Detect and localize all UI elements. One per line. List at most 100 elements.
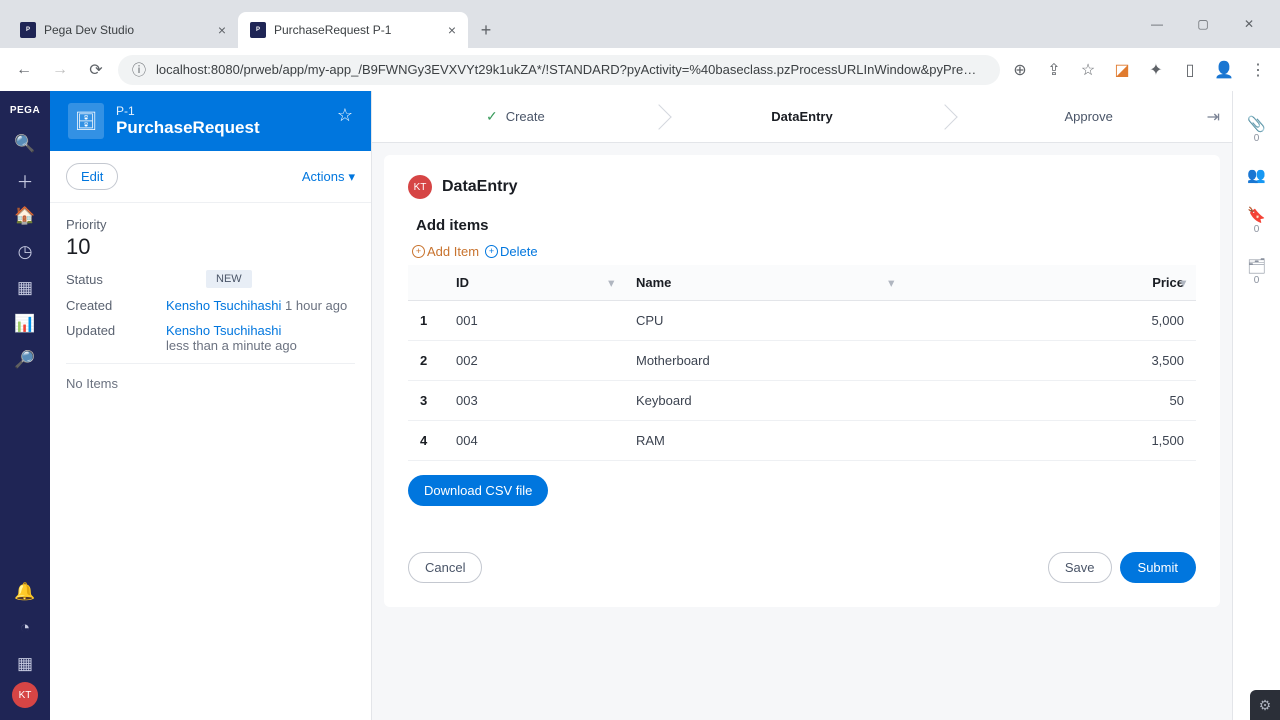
- assignee-avatar: KT: [408, 175, 432, 199]
- tags-icon[interactable]: 🔖0: [1247, 206, 1266, 235]
- site-info-icon[interactable]: ⓘ: [132, 60, 146, 80]
- search-icon[interactable]: 🔍: [5, 127, 45, 161]
- close-icon[interactable]: ×: [448, 22, 456, 38]
- col-price[interactable]: Price▾: [904, 265, 1196, 301]
- share-icon[interactable]: ⇪: [1042, 58, 1066, 82]
- forward-button[interactable]: →: [46, 56, 74, 84]
- tab-title: Pega Dev Studio: [44, 23, 134, 37]
- close-window-icon[interactable]: ✕: [1226, 8, 1272, 40]
- plus-circle-icon: +: [412, 245, 425, 258]
- table-row[interactable]: 3 003 Keyboard 50: [408, 381, 1196, 421]
- tools-icon[interactable]: 🔎: [5, 343, 45, 377]
- close-icon[interactable]: ×: [218, 22, 226, 38]
- col-rownum: [408, 265, 444, 301]
- browser-tab[interactable]: P Pega Dev Studio ×: [8, 12, 238, 48]
- grid-icon[interactable]: ▦: [5, 647, 45, 681]
- created-when: 1 hour ago: [285, 298, 347, 313]
- actions-menu[interactable]: Actions ▾: [302, 169, 355, 185]
- user-avatar[interactable]: KT: [12, 682, 38, 708]
- tab-title: PurchaseRequest P-1: [274, 23, 391, 37]
- add-item-label: Add Item: [427, 244, 479, 259]
- explorer-icon[interactable]: ◷: [5, 235, 45, 269]
- updated-when: less than a minute ago: [166, 338, 297, 353]
- url-text: localhost:8080/prweb/app/my-app_/B9FWNGy…: [156, 62, 976, 77]
- add-item-link[interactable]: + Add Item: [412, 244, 479, 259]
- favorite-icon[interactable]: ☆: [337, 105, 353, 126]
- url-input[interactable]: ⓘ localhost:8080/prweb/app/my-app_/B9FWN…: [118, 55, 1000, 85]
- browser-tab-active[interactable]: P PurchaseRequest P-1 ×: [238, 12, 468, 48]
- case-type-icon: 🗄: [68, 103, 104, 139]
- stage-dataentry[interactable]: DataEntry: [659, 91, 946, 142]
- notifications-icon[interactable]: 🔔: [5, 575, 45, 609]
- actions-label: Actions: [302, 169, 345, 184]
- save-button[interactable]: Save: [1048, 552, 1112, 583]
- edit-button[interactable]: Edit: [66, 163, 118, 190]
- case-details: Priority 10 Status NEW Created Kensho Ts…: [50, 203, 371, 405]
- table-row[interactable]: 1 001 CPU 5,000: [408, 301, 1196, 341]
- profile-icon[interactable]: 👤: [1212, 58, 1236, 82]
- maximize-icon[interactable]: ▢: [1180, 8, 1226, 40]
- attachments-icon[interactable]: 📎0: [1247, 115, 1266, 144]
- go-icon[interactable]: ⇥: [1207, 107, 1220, 127]
- recents-icon[interactable]: ◔: [5, 611, 45, 645]
- stage-create[interactable]: Create: [372, 91, 659, 142]
- stage-chevron-bar: Create DataEntry Approve ⇥: [372, 91, 1232, 143]
- followers-icon[interactable]: 👥: [1247, 166, 1266, 184]
- stage-approve[interactable]: Approve: [945, 91, 1232, 142]
- case-title: PurchaseRequest: [116, 118, 260, 138]
- col-name[interactable]: Name▾: [624, 265, 904, 301]
- main-content: Create DataEntry Approve ⇥ KT DataEntry …: [372, 91, 1232, 720]
- case-header: 🗄 P-1 PurchaseRequest ☆: [50, 91, 371, 151]
- table-row[interactable]: 2 002 Motherboard 3,500: [408, 341, 1196, 381]
- settings-gear-icon[interactable]: ⚙: [1250, 690, 1280, 720]
- zoom-icon[interactable]: ⊕: [1008, 58, 1032, 82]
- row-actions: + Add Item + Delete: [412, 244, 1196, 259]
- status-badge: NEW: [206, 270, 252, 288]
- reload-button[interactable]: ⟳: [82, 56, 110, 84]
- bookmark-icon[interactable]: ☆: [1076, 58, 1100, 82]
- form-title: DataEntry: [442, 178, 518, 196]
- extension-icon[interactable]: ◪: [1110, 58, 1134, 82]
- stage-label: Create: [506, 109, 545, 124]
- table-row[interactable]: 4 004 RAM 1,500: [408, 421, 1196, 461]
- new-tab-button[interactable]: +: [472, 16, 500, 44]
- right-utility-rail: 📎0 👥 🔖0 🗂0: [1232, 91, 1280, 720]
- extensions-icon[interactable]: ✦: [1144, 58, 1168, 82]
- menu-icon[interactable]: ⋮: [1246, 58, 1270, 82]
- stage-label: Approve: [1064, 109, 1112, 124]
- case-id: P-1: [116, 104, 260, 118]
- created-label: Created: [66, 298, 166, 313]
- submit-button[interactable]: Submit: [1120, 552, 1196, 583]
- section-title: Add items: [416, 217, 1196, 234]
- plus-circle-icon: +: [485, 245, 498, 258]
- updated-label: Updated: [66, 323, 166, 338]
- col-id[interactable]: ID▾: [444, 265, 624, 301]
- favicon-icon: P: [20, 22, 36, 38]
- stage-label: DataEntry: [771, 109, 832, 124]
- items-table: ID▾ Name▾ Price▾ 1 001 CPU 5,000 2 002: [408, 265, 1196, 461]
- apps-icon[interactable]: ▦: [5, 271, 45, 305]
- updated-by-link[interactable]: Kensho Tsuchihashi: [166, 323, 281, 338]
- back-button[interactable]: ←: [10, 56, 38, 84]
- filter-icon[interactable]: ▾: [608, 276, 614, 289]
- created-by-link[interactable]: Kensho Tsuchihashi: [166, 298, 281, 313]
- minimize-icon[interactable]: —: [1134, 8, 1180, 40]
- download-csv-button[interactable]: Download CSV file: [408, 475, 548, 506]
- reports-icon[interactable]: 📊: [5, 307, 45, 341]
- case-summary-panel: 🗄 P-1 PurchaseRequest ☆ Edit Actions ▾ P…: [50, 91, 372, 720]
- browser-chrome: P Pega Dev Studio × P PurchaseRequest P-…: [0, 0, 1280, 91]
- cancel-button[interactable]: Cancel: [408, 552, 482, 583]
- pega-logo: PEGA: [10, 105, 40, 116]
- case-actions-bar: Edit Actions ▾: [50, 151, 371, 203]
- priority-label: Priority: [66, 217, 355, 232]
- delete-link[interactable]: + Delete: [485, 244, 538, 259]
- create-icon[interactable]: ＋: [5, 163, 45, 197]
- home-icon[interactable]: 🏠: [5, 199, 45, 233]
- address-bar: ← → ⟳ ⓘ localhost:8080/prweb/app/my-app_…: [0, 48, 1280, 91]
- related-icon[interactable]: 🗂0: [1247, 257, 1266, 286]
- window-controls: — ▢ ✕: [1134, 8, 1272, 40]
- sidepanel-icon[interactable]: ▯: [1178, 58, 1202, 82]
- chevron-down-icon: ▾: [348, 169, 355, 185]
- filter-icon[interactable]: ▾: [1180, 276, 1186, 289]
- filter-icon[interactable]: ▾: [888, 276, 894, 289]
